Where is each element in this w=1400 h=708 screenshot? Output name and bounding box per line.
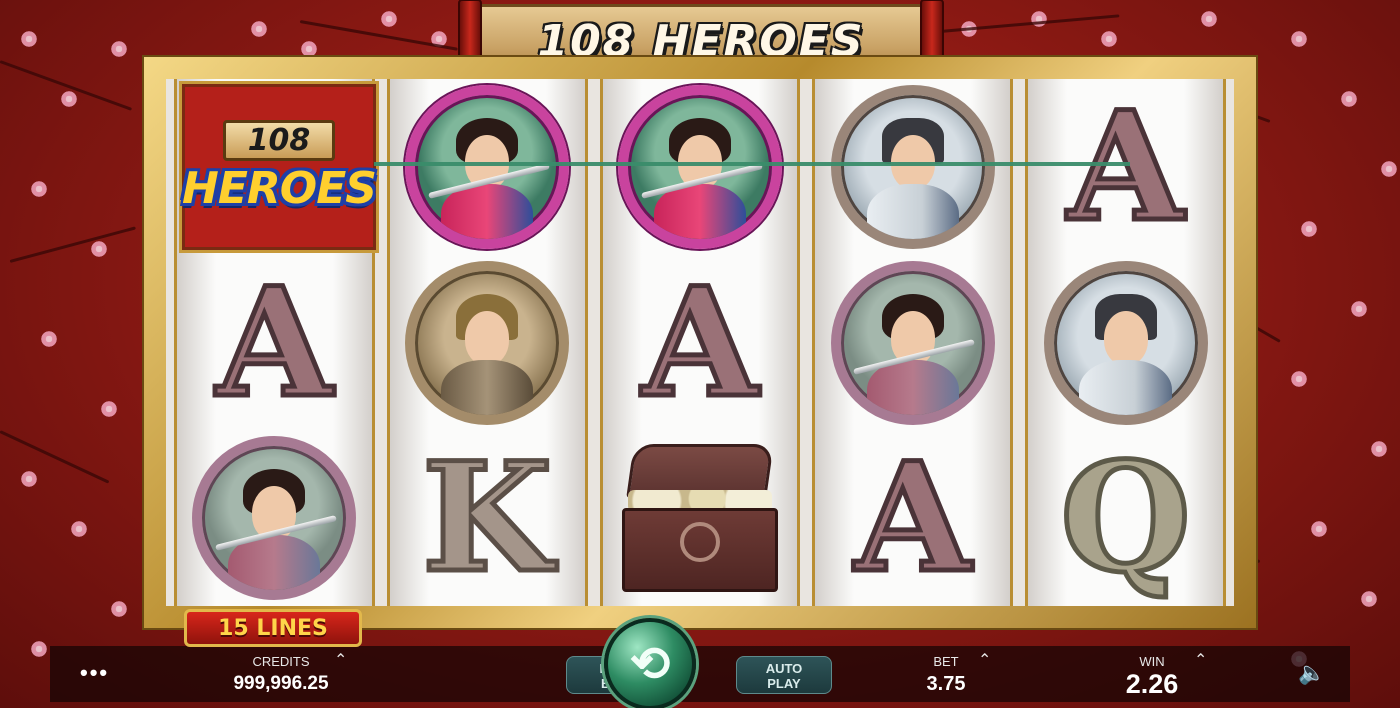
- logo-number: 108: [222, 120, 336, 161]
- reels-area: 108 HEROES A K A A A Q: [166, 79, 1234, 606]
- control-bar: ••• CREDITS 999,996.25 ⌃ MAX BET AUTO PL…: [50, 646, 1350, 702]
- win-display: WIN 2.26 ⌃: [1116, 652, 1208, 700]
- reel-cell: [815, 255, 1010, 431]
- reel-cell: K: [390, 430, 585, 606]
- credits-value: 999,996.25: [233, 673, 329, 694]
- lines-badge-label: 15 LINES: [218, 615, 328, 641]
- bet-chevron-up-icon[interactable]: ⌃: [978, 650, 991, 670]
- symbol-a: A: [852, 430, 973, 607]
- more-dots-icon[interactable]: •••: [80, 660, 109, 686]
- win-value: 2.26: [1125, 669, 1179, 699]
- reel-cell: [390, 255, 585, 431]
- reel-cell: A: [603, 255, 798, 431]
- credits-label: CREDITS: [252, 654, 310, 669]
- reel-cell: [1028, 255, 1223, 431]
- bet-display[interactable]: BET 3.75 ⌃: [920, 652, 992, 696]
- reel-4: A: [812, 79, 1014, 606]
- spin-arrow-icon: ⟲: [629, 638, 671, 691]
- symbol-a: A: [1065, 78, 1186, 255]
- win-chevron-up-icon[interactable]: ⌃: [1194, 650, 1207, 670]
- symbol-warrior-woman: [192, 436, 357, 601]
- speaker-icon[interactable]: 🔈: [1298, 660, 1325, 686]
- reel-cell: [603, 430, 798, 606]
- bet-value: 3.75: [926, 673, 966, 695]
- reel-cell: [177, 430, 372, 606]
- reel-cell: A: [815, 430, 1010, 606]
- reel-cell: [390, 79, 585, 255]
- reel-cell: Q: [1028, 430, 1223, 606]
- symbol-a: A: [214, 254, 335, 431]
- reel-cell: 108 HEROES: [177, 79, 379, 255]
- symbol-scholar: [1043, 260, 1208, 425]
- reel-1: 108 HEROES A: [174, 79, 379, 606]
- logo-word: HEROES: [182, 163, 377, 214]
- spin-button[interactable]: ⟲: [604, 618, 696, 708]
- bet-label: BET: [933, 654, 959, 669]
- symbol-scholar: [830, 84, 995, 249]
- reel-3: A: [599, 79, 801, 606]
- credits-display[interactable]: CREDITS 999,996.25 ⌃: [230, 652, 347, 695]
- reel-5: AQ: [1025, 79, 1226, 606]
- symbol-warrior-woman: [405, 84, 570, 249]
- symbol-q: Q: [1058, 430, 1194, 607]
- lines-badge: 15 LINES: [184, 609, 362, 647]
- auto-play-line1: AUTO: [765, 661, 803, 676]
- credits-chevron-up-icon[interactable]: ⌃: [334, 650, 347, 670]
- symbol-general: [405, 260, 570, 425]
- symbol-a: A: [639, 254, 760, 431]
- reel-cell: [815, 79, 1010, 255]
- winning-payline: [374, 162, 1130, 166]
- auto-play-line2: PLAY: [767, 676, 801, 691]
- symbol-k: K: [419, 430, 554, 607]
- reel-2: K: [386, 79, 588, 606]
- symbol-logo-wild: 108 HEROES: [179, 81, 379, 253]
- symbol-treasure-chest: [621, 444, 778, 593]
- reel-cell: A: [177, 255, 372, 431]
- reel-cell: [603, 79, 798, 255]
- reels-frame: 108 HEROES A K A A A Q: [142, 55, 1258, 630]
- reel-cell: A: [1028, 79, 1223, 255]
- symbol-warrior-woman: [830, 260, 995, 425]
- win-label: WIN: [1139, 654, 1165, 669]
- auto-play-button[interactable]: AUTO PLAY: [736, 656, 832, 694]
- symbol-warrior-woman: [617, 84, 782, 249]
